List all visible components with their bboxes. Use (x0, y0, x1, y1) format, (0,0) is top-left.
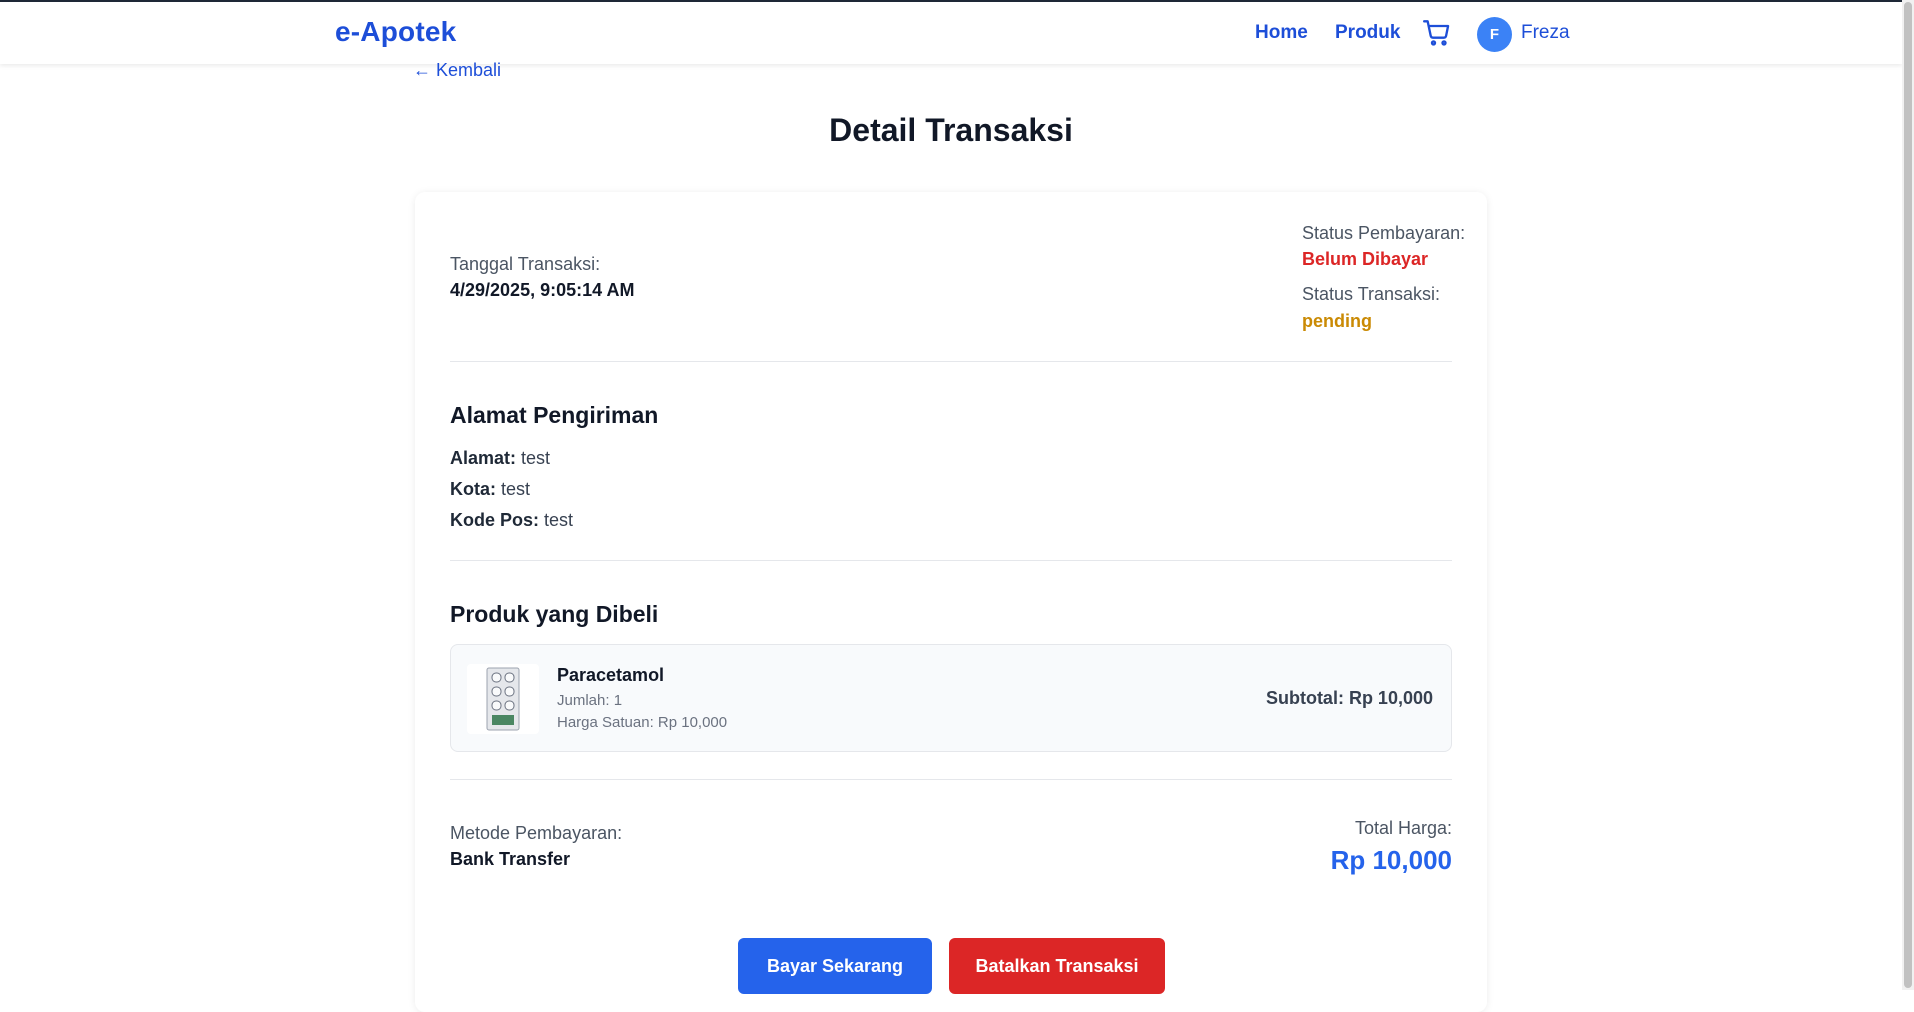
payment-method-value: Bank Transfer (450, 849, 571, 869)
address-label: Alamat: (450, 448, 517, 468)
postal-code-label: Kode Pos: (450, 510, 540, 530)
divider (450, 560, 1452, 561)
transaction-status-badge: pending (1302, 311, 1372, 331)
product-name: Paracetamol (557, 665, 665, 685)
product-image (467, 664, 539, 734)
shipping-section-title: Alamat Pengiriman (450, 402, 659, 428)
products-section-title: Produk yang Dibeli (450, 601, 659, 627)
nav-home-link[interactable]: Home (1255, 22, 1308, 44)
transaction-date-label: Tanggal Transaksi: (450, 254, 601, 274)
total-price-value: Rp 10,000 (1330, 845, 1452, 875)
brand-logo[interactable]: e-Apotek (335, 16, 456, 48)
scrollbar-thumb[interactable] (1904, 2, 1912, 988)
product-quantity: Jumlah: 1 (557, 692, 623, 709)
divider (450, 779, 1452, 780)
page-title: Detail Transaksi (829, 112, 1073, 148)
city-row: Kota: test (450, 479, 530, 500)
nav-produk-link[interactable]: Produk (1335, 22, 1400, 44)
payment-status-badge: Belum Dibayar (1302, 249, 1429, 269)
postal-code-row: Kode Pos: test (450, 510, 573, 531)
user-name[interactable]: Freza (1521, 22, 1570, 44)
cancel-transaction-button[interactable]: Batalkan Transaksi (949, 938, 1165, 994)
transaction-status-label: Status Transaksi: (1302, 284, 1441, 304)
cart-icon[interactable] (1423, 19, 1451, 47)
user-avatar[interactable]: F (1477, 17, 1512, 52)
back-link[interactable]: ← Kembali (413, 60, 501, 81)
pay-now-button[interactable]: Bayar Sekarang (738, 938, 932, 994)
product-item: Paracetamol Jumlah: 1 Harga Satuan: Rp 1… (450, 644, 1452, 752)
payment-status-label: Status Pembayaran: (1302, 223, 1466, 243)
address-value: test (521, 448, 551, 468)
divider (450, 361, 1452, 362)
navbar: e-Apotek Home Produk F Freza (0, 2, 1902, 64)
postal-code-value: test (544, 510, 574, 530)
transaction-date-value: 4/29/2025, 9:05:14 AM (450, 280, 635, 300)
city-label: Kota: (450, 479, 496, 499)
transaction-card: Tanggal Transaksi: 4/29/2025, 9:05:14 AM… (415, 192, 1487, 1012)
city-value: test (501, 479, 531, 499)
total-price-label: Total Harga: (1354, 818, 1452, 838)
address-row: Alamat: test (450, 448, 550, 469)
product-unit-price: Harga Satuan: Rp 10,000 (557, 714, 728, 731)
product-subtotal: Subtotal: Rp 10,000 (1265, 688, 1433, 708)
payment-method-label: Metode Pembayaran: (450, 823, 623, 843)
